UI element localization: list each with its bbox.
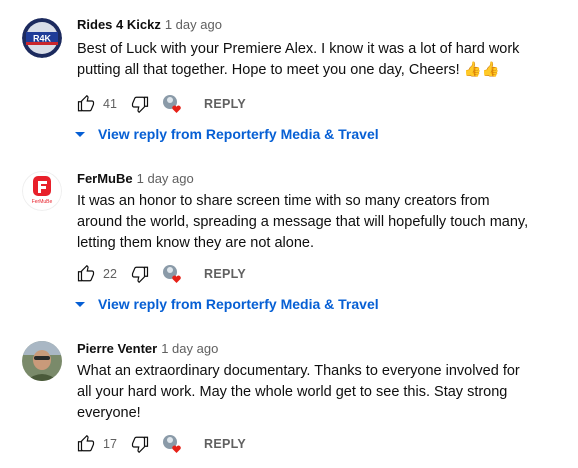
view-replies-button[interactable]: View reply from Reporterfy Media & Trave…	[72, 293, 379, 315]
comment-line: all your hard work. May the whole world …	[77, 384, 508, 400]
thumbs-down-icon	[131, 96, 149, 113]
comment-text: What an extraordinary documentary. Thank…	[77, 361, 547, 424]
reply-button[interactable]: REPLY	[204, 267, 246, 281]
dislike-button[interactable]	[131, 265, 149, 283]
comment-actions: 17 REPLY	[77, 432, 246, 456]
comment-line: Best of Luck with your Premiere Alex. I …	[77, 41, 520, 57]
view-replies-button[interactable]: View reply from Reporterfy Media & Trave…	[72, 123, 379, 145]
comment-actions: 22 REPLY	[77, 262, 246, 286]
fermube-logo-icon: FerMuBe	[22, 171, 62, 211]
dislike-button[interactable]	[131, 95, 149, 113]
thumbs-down-icon	[131, 436, 149, 453]
author-name[interactable]: Rides 4 Kickz	[77, 17, 161, 32]
creator-heart-icon	[163, 265, 181, 283]
comment-line: letting them know they are not alone.	[77, 235, 314, 251]
comment-text: Best of Luck with your Premiere Alex. I …	[77, 39, 547, 81]
comment-header: Rides 4 Kickz 1 day ago	[77, 16, 222, 34]
creator-heart-icon	[163, 435, 181, 453]
reply-button[interactable]: REPLY	[204, 437, 246, 451]
like-count: 41	[103, 97, 117, 111]
thumbs-down-icon	[131, 266, 149, 283]
author-name[interactable]: Pierre Venter	[77, 341, 157, 356]
comment-line: putting all that together. Hope to meet …	[77, 62, 500, 78]
chevron-down-icon	[72, 296, 88, 312]
author-name[interactable]: FerMuBe	[77, 171, 133, 186]
comment-line: What an extraordinary documentary. Thank…	[77, 363, 520, 379]
dislike-button[interactable]	[131, 435, 149, 453]
timestamp[interactable]: 1 day ago	[165, 17, 222, 32]
comment-line: It was an honor to share screen time wit…	[77, 193, 490, 209]
comment-header: Pierre Venter 1 day ago	[77, 340, 218, 358]
svg-text:FerMuBe: FerMuBe	[32, 199, 53, 205]
creator-heart-badge	[162, 264, 184, 284]
comment-text: It was an honor to share screen time wit…	[77, 191, 547, 254]
avatar[interactable]	[22, 341, 62, 381]
like-count: 22	[103, 267, 117, 281]
like-count: 17	[103, 437, 117, 451]
creator-heart-icon	[163, 95, 181, 113]
comment-header: FerMuBe 1 day ago	[77, 170, 194, 188]
creator-heart-badge	[162, 94, 184, 114]
view-replies-label: View reply from Reporterfy Media & Trave…	[98, 126, 379, 142]
thumbs-up-icon	[77, 265, 95, 282]
profile-photo-icon	[22, 341, 62, 381]
like-button[interactable]	[77, 435, 95, 453]
rides4kickz-logo-icon: R4K	[22, 18, 62, 58]
thumbs-up-icon	[77, 95, 95, 112]
comment-line: around the world, spreading a message th…	[77, 214, 529, 230]
creator-heart-badge	[162, 434, 184, 454]
timestamp[interactable]: 1 day ago	[137, 171, 194, 186]
timestamp[interactable]: 1 day ago	[161, 341, 218, 356]
avatar[interactable]: R4K	[22, 18, 62, 58]
chevron-down-icon	[72, 126, 88, 142]
svg-text:R4K: R4K	[33, 34, 52, 44]
comment-line: everyone!	[77, 405, 141, 421]
reply-button[interactable]: REPLY	[204, 97, 246, 111]
like-button[interactable]	[77, 265, 95, 283]
comment-actions: 41 REPLY	[77, 92, 246, 116]
like-button[interactable]	[77, 95, 95, 113]
view-replies-label: View reply from Reporterfy Media & Trave…	[98, 296, 379, 312]
avatar[interactable]: FerMuBe	[22, 171, 62, 211]
thumbs-up-icon	[77, 435, 95, 452]
